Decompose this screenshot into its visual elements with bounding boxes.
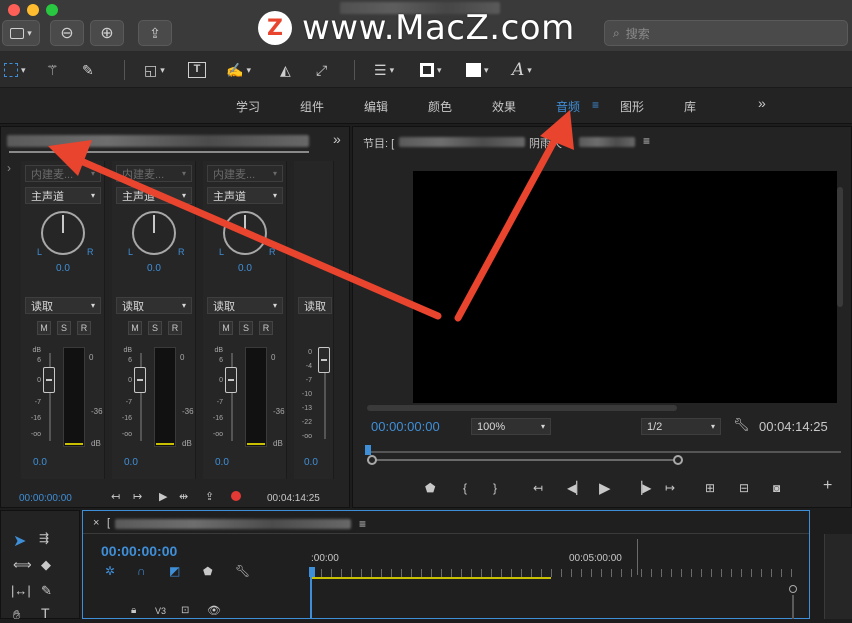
- annotation-arrows: [48, 110, 574, 322]
- arrow-to-mixer: [48, 140, 442, 320]
- arrow-to-audio-workspace: [454, 110, 574, 322]
